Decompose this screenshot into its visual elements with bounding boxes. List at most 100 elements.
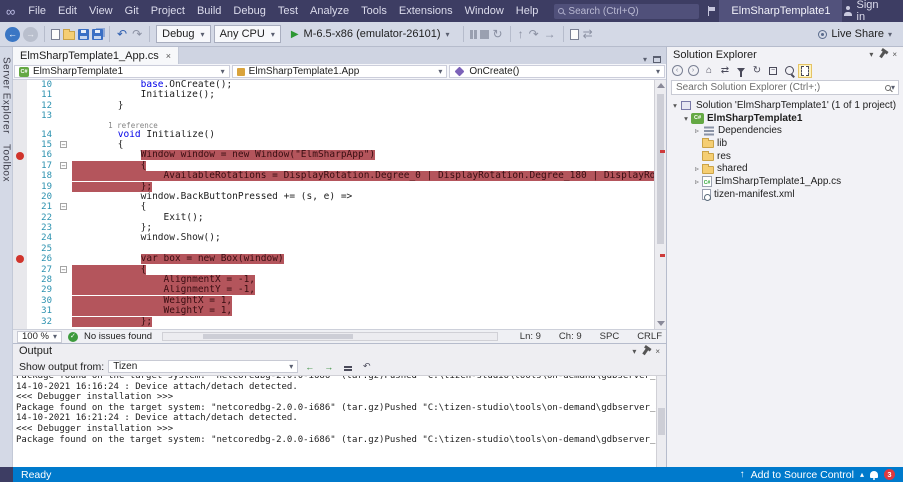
code-text[interactable]: AlignmentX = -1,: [72, 275, 654, 285]
scroll-down-arrow-icon[interactable]: [657, 321, 665, 326]
side-tab-server-explorer[interactable]: Server Explorer: [1, 57, 12, 134]
menu-item-view[interactable]: View: [83, 0, 119, 22]
breakpoint-gutter[interactable]: [13, 122, 27, 130]
outlining-margin[interactable]: [57, 244, 72, 254]
member-dropdown[interactable]: OnCreate() ▾: [449, 65, 665, 78]
breakpoint-gutter[interactable]: [13, 171, 27, 181]
tree-item[interactable]: ▹shared: [667, 162, 903, 175]
code-line[interactable]: 16 Window window = new Window("ElmSharpA…: [13, 150, 654, 160]
chevron-up-icon[interactable]: ▴: [860, 470, 864, 479]
open-file-icon[interactable]: [63, 31, 75, 40]
outlining-margin[interactable]: [57, 306, 72, 316]
breakpoint-gutter[interactable]: [13, 306, 27, 316]
menu-item-help[interactable]: Help: [510, 0, 545, 22]
outlining-margin[interactable]: [57, 122, 72, 130]
outlining-margin[interactable]: [57, 213, 72, 223]
breakpoint-icon[interactable]: [16, 255, 24, 263]
close-panel-icon[interactable]: ×: [892, 50, 897, 59]
undo-icon[interactable]: ↶: [116, 27, 128, 41]
find-in-files-icon[interactable]: [570, 29, 579, 40]
breakpoint-gutter[interactable]: [13, 182, 27, 192]
outlining-margin[interactable]: [57, 171, 72, 181]
code-text[interactable]: {: [72, 202, 654, 212]
active-files-dropdown-icon[interactable]: ▾: [643, 55, 647, 64]
chevron-expanded-icon[interactable]: ▾: [670, 101, 680, 110]
properties-icon[interactable]: [782, 64, 796, 78]
tree-item[interactable]: ▹Dependencies: [667, 124, 903, 137]
close-panel-icon[interactable]: ×: [655, 347, 660, 356]
project-dropdown[interactable]: C# ElmSharpTemplate1 ▾: [14, 65, 230, 78]
window-position-icon[interactable]: ▾: [632, 347, 636, 356]
code-line[interactable]: 31 WeightY = 1,: [13, 306, 654, 316]
code-line[interactable]: 22 Exit();: [13, 213, 654, 223]
scrollbar-thumb[interactable]: [203, 334, 353, 339]
code-editor[interactable]: 10 base.OnCreate();11 Initialize();12 }1…: [13, 80, 666, 329]
outlining-margin[interactable]: [57, 254, 72, 264]
tree-item[interactable]: tizen-manifest.xml: [667, 188, 903, 201]
breakpoint-gutter[interactable]: [13, 223, 27, 233]
breakpoint-icon[interactable]: [16, 152, 24, 160]
code-text[interactable]: Initialize();: [72, 90, 654, 100]
refresh-icon[interactable]: ↻: [750, 64, 764, 78]
tree-item[interactable]: ▾Solution 'ElmSharpTemplate1' (1 of 1 pr…: [667, 99, 903, 112]
code-text[interactable]: WeightX = 1,: [72, 296, 654, 306]
restart-icon[interactable]: ↻: [492, 27, 504, 41]
sign-in-button[interactable]: Sign in: [857, 0, 888, 23]
code-text[interactable]: WeightY = 1,: [72, 306, 654, 316]
back-icon[interactable]: ‹: [670, 64, 684, 78]
type-dropdown[interactable]: ElmSharpTemplate1.App ▾: [232, 65, 448, 78]
breakpoint-gutter[interactable]: [13, 296, 27, 306]
quick-search-input[interactable]: [564, 6, 704, 17]
solution-search-box[interactable]: ▾: [671, 80, 899, 95]
code-line[interactable]: 1 reference: [13, 122, 654, 130]
document-tab[interactable]: ElmSharpTemplate1_App.cs ×: [13, 47, 179, 64]
outlining-margin[interactable]: [57, 296, 72, 306]
scroll-up-arrow-icon[interactable]: [657, 83, 665, 88]
breakpoint-gutter[interactable]: [13, 285, 27, 295]
outlining-margin[interactable]: [57, 150, 72, 160]
pin-icon[interactable]: [880, 51, 886, 58]
side-tab-toolbox[interactable]: Toolbox: [1, 144, 12, 182]
tree-item[interactable]: res: [667, 150, 903, 163]
code-line[interactable]: 27− {: [13, 265, 654, 275]
navigate-back-icon[interactable]: ←: [5, 27, 20, 42]
collapse-region-icon[interactable]: −: [60, 141, 67, 148]
code-line[interactable]: 24 window.Show();: [13, 233, 654, 243]
tree-item[interactable]: lib: [667, 137, 903, 150]
code-line[interactable]: 32 };: [13, 317, 654, 327]
breakpoint-gutter[interactable]: [13, 161, 27, 171]
word-wrap-icon[interactable]: ↶: [359, 360, 374, 373]
float-window-icon[interactable]: [653, 56, 661, 63]
code-text[interactable]: [72, 111, 654, 121]
code-line[interactable]: 15− {: [13, 140, 654, 150]
outlining-margin[interactable]: −: [57, 161, 72, 171]
tree-item[interactable]: ▹C#ElmSharpTemplate1_App.cs: [667, 175, 903, 188]
stop-debugging-icon[interactable]: [480, 30, 489, 39]
code-line[interactable]: 13: [13, 111, 654, 121]
redo-icon[interactable]: ↷: [131, 27, 143, 41]
code-line[interactable]: 18 AvailableRotations = DisplayRotation.…: [13, 171, 654, 181]
save-all-icon[interactable]: [92, 29, 103, 40]
navigate-forward-icon[interactable]: →: [23, 27, 38, 42]
menu-item-edit[interactable]: Edit: [52, 0, 83, 22]
clear-all-icon[interactable]: [340, 360, 355, 373]
code-text[interactable]: Window window = new Window("ElmSharpApp"…: [72, 150, 654, 160]
solution-search-input[interactable]: [672, 82, 885, 93]
chevron-collapsed-icon[interactable]: ▹: [692, 126, 702, 135]
new-file-icon[interactable]: [51, 29, 60, 40]
menu-item-extensions[interactable]: Extensions: [393, 0, 459, 22]
outlining-margin[interactable]: −: [57, 202, 72, 212]
output-console[interactable]: Package found on the target system: "net…: [13, 375, 666, 467]
editor-horizontal-scrollbar[interactable]: [162, 332, 498, 341]
menu-item-file[interactable]: File: [22, 0, 52, 22]
menu-item-git[interactable]: Git: [119, 0, 145, 22]
tree-item[interactable]: ▾C#ElmSharpTemplate1: [667, 112, 903, 125]
code-line[interactable]: 20 window.BackButtonPressed += (s, e) =>: [13, 192, 654, 202]
outlining-margin[interactable]: −: [57, 140, 72, 150]
code-line[interactable]: 23 };: [13, 223, 654, 233]
menu-item-debug[interactable]: Debug: [227, 0, 271, 22]
save-icon[interactable]: [78, 29, 89, 40]
notification-count-badge[interactable]: 3: [884, 469, 895, 480]
code-text[interactable]: };: [72, 317, 654, 327]
code-text[interactable]: };: [72, 182, 654, 192]
